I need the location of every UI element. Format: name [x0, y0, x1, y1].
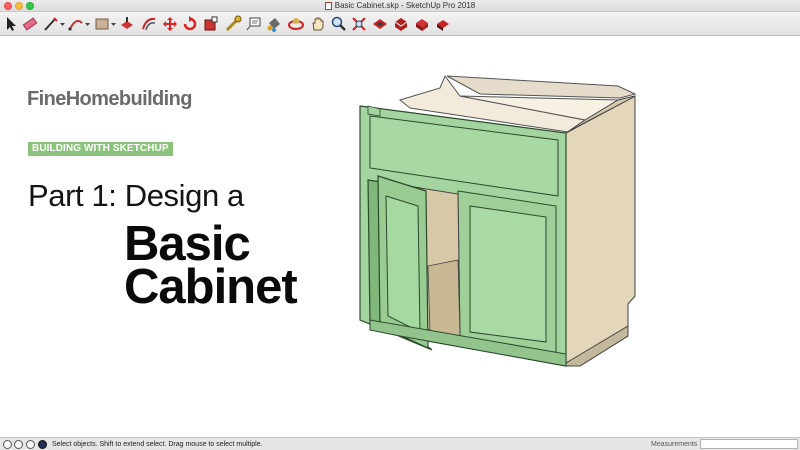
send-to-layout-icon	[437, 20, 449, 31]
offset-tool-button[interactable]	[140, 15, 158, 33]
rotate-icon	[183, 16, 197, 31]
zoom-extents-icon	[352, 17, 366, 31]
3d-warehouse-icon	[373, 19, 387, 29]
push-pull-tool-button[interactable]	[118, 15, 136, 33]
cabinet-right-side	[565, 95, 636, 367]
geolocation-icon[interactable]	[14, 440, 23, 449]
tape-measure-icon	[225, 15, 242, 32]
extension-warehouse-tool-button[interactable]	[413, 15, 431, 33]
window-title: Basic Cabinet.skp - SketchUp Pro 2018	[334, 1, 476, 10]
scale-tool-button[interactable]	[202, 15, 220, 33]
select-tool-button[interactable]	[2, 15, 20, 33]
share-model-tool-button[interactable]	[392, 15, 410, 33]
magnifier-icon	[331, 16, 346, 31]
rectangle-icon	[95, 18, 109, 30]
offset-icon	[142, 17, 156, 31]
orbit-icon	[288, 18, 304, 30]
rectangle-tool-button[interactable]	[93, 15, 111, 33]
large-tool-set-toolbar	[0, 12, 800, 36]
text-tool-button[interactable]	[245, 15, 263, 33]
chevron-down-icon[interactable]	[60, 22, 65, 27]
title-bar: Basic Cabinet.skp - SketchUp Pro 2018	[0, 0, 800, 12]
chevron-down-icon[interactable]	[85, 22, 90, 27]
text-label-icon	[246, 17, 261, 31]
share-model-icon	[394, 18, 408, 31]
paint-bucket-icon	[267, 18, 280, 32]
instructor-icon[interactable]	[38, 440, 47, 449]
pencil-line-icon	[44, 17, 58, 31]
cursor-arrow-icon	[7, 17, 16, 31]
push-pull-icon	[121, 17, 133, 29]
sketchup-document-icon	[324, 2, 332, 10]
extension-warehouse-icon	[416, 19, 428, 31]
arc-tool-button[interactable]	[67, 15, 85, 33]
zoom-extents-tool-button[interactable]	[350, 15, 368, 33]
scale-icon	[204, 16, 218, 31]
face-frame-corner	[367, 105, 381, 117]
pan-tool-button[interactable]	[309, 15, 327, 33]
line-tool-button[interactable]	[42, 15, 60, 33]
measurements-label: Measurements	[651, 441, 698, 448]
right-door-panel	[469, 205, 547, 343]
tape-measure-tool-button[interactable]	[224, 15, 242, 33]
credits-icon[interactable]	[26, 440, 35, 449]
rotate-tool-button[interactable]	[181, 15, 199, 33]
warehouse-tool-button[interactable]	[371, 15, 389, 33]
eraser-icon	[22, 17, 38, 31]
hand-pan-icon	[312, 17, 324, 31]
zoom-tool-button[interactable]	[330, 15, 348, 33]
cabinet-model[interactable]	[350, 36, 650, 386]
paint-bucket-tool-button[interactable]	[265, 15, 283, 33]
finehomebuilding-logo: FineHomebuilding	[27, 88, 192, 110]
info-icon[interactable]	[3, 440, 12, 449]
cabinet-interior-floor	[427, 259, 461, 337]
series-badge: BUILDING WITH SKETCHUP	[28, 142, 173, 156]
chevron-down-icon[interactable]	[111, 22, 116, 27]
left-door-panel	[385, 195, 421, 333]
headline-line-2: Cabinet	[124, 260, 298, 314]
part-subtitle: Part 1: Design a	[28, 178, 244, 213]
move-arrows-icon	[163, 17, 177, 31]
move-tool-button[interactable]	[161, 15, 179, 33]
measurements-field[interactable]	[700, 439, 798, 449]
layout-tool-button[interactable]	[434, 15, 452, 33]
arc-icon	[68, 20, 83, 31]
eraser-tool-button[interactable]	[21, 15, 39, 33]
cabinet-top-rail	[446, 75, 637, 99]
status-bar: Select objects. Shift to extend select. …	[0, 437, 800, 450]
status-message: Select objects. Shift to extend select. …	[52, 441, 263, 448]
window-title-group: Basic Cabinet.skp - SketchUp Pro 2018	[0, 0, 800, 12]
orbit-tool-button[interactable]	[287, 15, 305, 33]
